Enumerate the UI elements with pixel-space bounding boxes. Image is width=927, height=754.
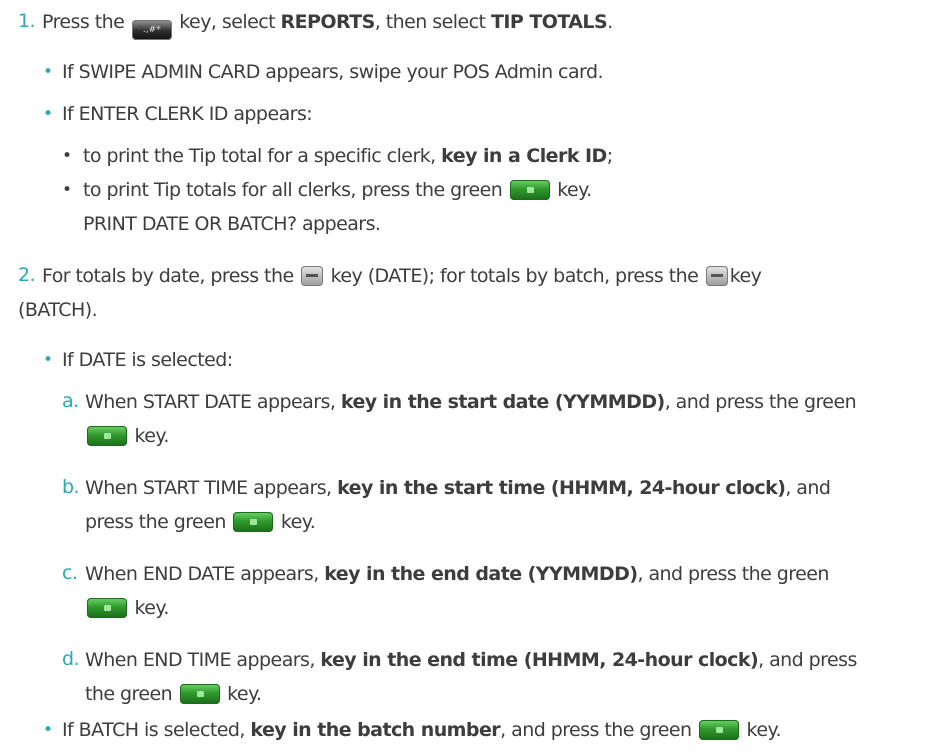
item-b-post2: press the green bbox=[85, 511, 226, 533]
item-b-text: When START TIME appears, key in the star… bbox=[85, 476, 831, 500]
step-2-batch-label: (BATCH). bbox=[18, 299, 98, 321]
step-1-text-c: , then select bbox=[374, 11, 486, 33]
sub-bullet-icon: • bbox=[62, 146, 72, 166]
item-c-line2: key. bbox=[85, 596, 169, 620]
green-key-icon bbox=[509, 180, 550, 200]
sub-bullet-all-clerks: to print Tip totals for all clerks, pres… bbox=[83, 178, 592, 202]
item-b-post: , and bbox=[785, 477, 831, 499]
item-a-bold: key in the start date (YYMMDD) bbox=[340, 391, 665, 413]
item-a-letter: a. bbox=[62, 390, 79, 412]
bullet-batch-selected: If BATCH is selected, key in the batch n… bbox=[62, 718, 781, 742]
item-b-line2: press the green key. bbox=[85, 510, 316, 534]
item-a-line2: key. bbox=[85, 424, 169, 448]
item-b-bold: key in the start time (HHMM, 24-hour clo… bbox=[337, 477, 786, 499]
item-a-post: , and press the green bbox=[664, 391, 857, 413]
item-a-end: key. bbox=[134, 425, 170, 447]
item-d-post: , and press bbox=[758, 649, 857, 671]
item-a-text: When START DATE appears, key in the star… bbox=[85, 390, 857, 414]
batch-bold: key in the batch number bbox=[250, 719, 501, 741]
bullet-icon: • bbox=[43, 350, 53, 370]
print-date-or-batch-text: PRINT DATE OR BATCH? appears. bbox=[83, 213, 381, 235]
batch-pre: If BATCH is selected, bbox=[62, 719, 245, 741]
bullet-swipe-admin: If SWIPE ADMIN CARD appears, swipe your … bbox=[62, 61, 604, 83]
item-d-text: When END TIME appears, key in the end ti… bbox=[85, 648, 857, 672]
item-d-line2: the green key. bbox=[85, 682, 262, 706]
item-d-post2: the green bbox=[85, 683, 173, 705]
batch-end: key. bbox=[746, 719, 782, 741]
step-2-text-c: key bbox=[729, 265, 762, 287]
step-2-text: For totals by date, press the key (DATE)… bbox=[42, 264, 762, 288]
tip-totals-label: TIP TOTALS bbox=[490, 11, 608, 33]
green-key-icon bbox=[87, 598, 127, 618]
item-c-pre: When END DATE appears, bbox=[85, 563, 319, 585]
green-key-icon bbox=[233, 512, 274, 532]
item-c-bold: key in the end date (YYMMDD) bbox=[324, 563, 638, 585]
item-a-pre: When START DATE appears, bbox=[85, 391, 336, 413]
item-c-end: key. bbox=[134, 597, 170, 619]
step-2-text-a: For totals by date, press the bbox=[42, 265, 294, 287]
reports-label: REPORTS bbox=[280, 11, 376, 33]
green-key-icon bbox=[87, 426, 127, 446]
item-b-end: key. bbox=[280, 511, 316, 533]
step-1-text-b: key, select bbox=[179, 11, 276, 33]
bullet-icon: • bbox=[43, 104, 53, 124]
item-b-letter: b. bbox=[62, 476, 80, 498]
batch-key-icon bbox=[705, 266, 728, 286]
bullet-icon: • bbox=[43, 62, 53, 82]
step-2-text-b: key (DATE); for totals by batch, press t… bbox=[330, 265, 699, 287]
bullet-enter-clerk-id: If ENTER CLERK ID appears: bbox=[62, 103, 313, 125]
sub-bullet-text-b: key. bbox=[557, 179, 592, 201]
sub-bullet-text-a: to print Tip totals for all clerks, pres… bbox=[83, 179, 503, 201]
green-key-icon bbox=[179, 684, 220, 704]
hash-key-icon: .,#* bbox=[131, 20, 172, 40]
step-1-number: 1. bbox=[18, 10, 36, 32]
sub-bullet-specific-clerk: to print the Tip total for a specific cl… bbox=[83, 144, 613, 168]
item-b-pre: When START TIME appears, bbox=[85, 477, 332, 499]
batch-post: , and press the green bbox=[500, 719, 692, 741]
sub-bullet-bold: key in a Clerk ID bbox=[441, 145, 607, 167]
step-1-text: Press the .,#* key, select REPORTS, then… bbox=[42, 10, 613, 40]
item-d-end: key. bbox=[227, 683, 262, 705]
green-key-icon bbox=[699, 720, 740, 740]
item-c-post: , and press the green bbox=[637, 563, 829, 585]
item-c-letter: c. bbox=[62, 562, 78, 584]
date-key-icon bbox=[301, 266, 324, 286]
item-d-pre: When END TIME appears, bbox=[85, 649, 315, 671]
instructions-document: 1. Press the .,#* key, select REPORTS, t… bbox=[0, 0, 927, 754]
sub-bullet-text-a: to print the Tip total for a specific cl… bbox=[83, 145, 436, 167]
sub-bullet-icon: • bbox=[62, 180, 72, 200]
sub-bullet-text-b: ; bbox=[606, 145, 613, 167]
item-d-letter: d. bbox=[62, 648, 80, 670]
item-d-bold: key in the end time (HHMM, 24-hour clock… bbox=[320, 649, 759, 671]
item-c-text: When END DATE appears, key in the end da… bbox=[85, 562, 829, 586]
bullet-date-selected: If DATE is selected: bbox=[62, 349, 233, 371]
step-2-number: 2. bbox=[18, 264, 36, 286]
step-1-text-a: Press the bbox=[42, 11, 125, 33]
step-1-text-d: . bbox=[607, 11, 613, 33]
bullet-icon: • bbox=[43, 720, 53, 740]
